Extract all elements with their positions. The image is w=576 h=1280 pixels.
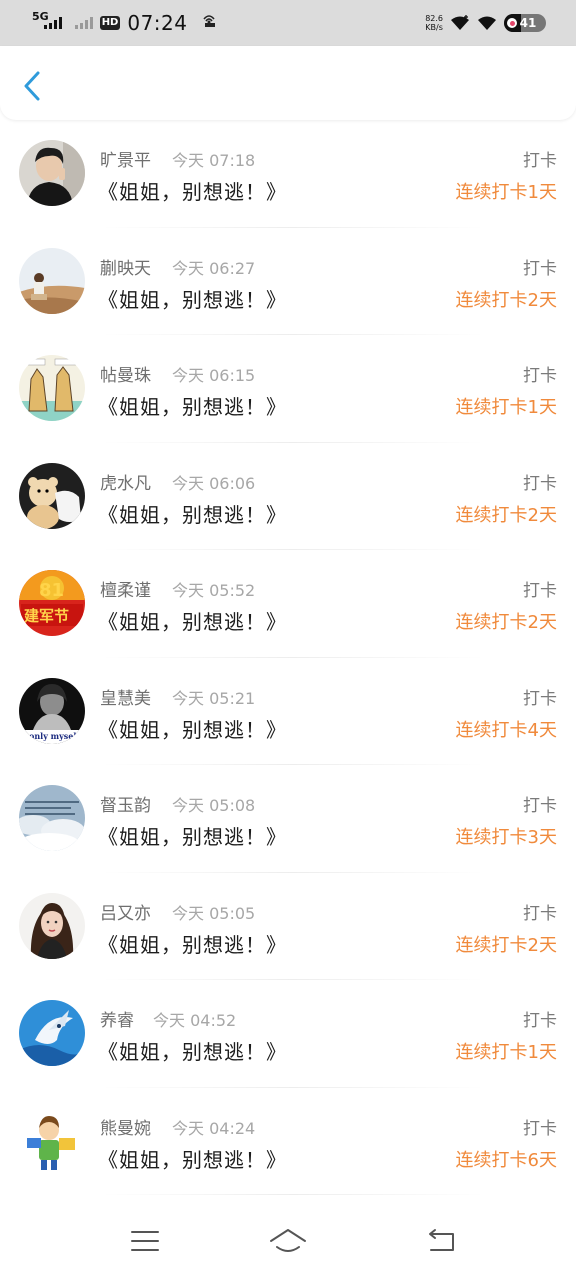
list-item[interactable]: only myself 皇慧美 今天 05:21 《姐姐，别想逃！》 打卡 连续… [0, 657, 576, 765]
streak-count: 连续打卡1天 [455, 182, 557, 203]
checkin-list: 旷景平 今天 07:18 《姐姐，别想逃！》 打卡 连续打卡1天 蒯映天 今天 … [0, 120, 576, 1195]
chevron-left-icon [24, 71, 40, 101]
post-title: 《姐姐，别想逃！》 [98, 1147, 287, 1172]
user-name: 督玉韵 [100, 796, 151, 816]
list-item[interactable]: 帖曼珠 今天 06:15 《姐姐，别想逃！》 打卡 连续打卡1天 [0, 335, 576, 443]
checkin-label: 打卡 [523, 796, 557, 816]
system-nav-bar [0, 1195, 576, 1280]
avatar-text: 建军节 [24, 607, 69, 625]
post-title: 《姐姐，别想逃！》 [98, 717, 287, 742]
avatar[interactable]: 81 建军节 [19, 570, 85, 636]
streak-count: 连续打卡6天 [455, 1149, 557, 1171]
checkin-label: 打卡 [523, 366, 557, 386]
streak-count: 连续打卡2天 [455, 612, 557, 633]
back-icon [429, 1229, 454, 1251]
menu-icon [131, 1231, 159, 1251]
post-title: 《姐姐，别想逃！》 [98, 1040, 287, 1064]
home-icon [270, 1229, 306, 1252]
streak-count: 连续打卡2天 [455, 289, 557, 311]
checkin-label: 打卡 [523, 903, 557, 924]
post-time: 今天 04:52 [153, 1011, 237, 1030]
net-speed-value: 82.6 [425, 14, 443, 23]
network-type: 5G [32, 10, 49, 23]
user-name: 蒯映天 [100, 258, 151, 279]
list-item[interactable]: 督玉韵 今天 05:08 《姐姐，别想逃！》 打卡 连续打卡3天 [0, 765, 576, 873]
user-name: 吕又亦 [100, 903, 151, 924]
notification-icon [199, 13, 219, 33]
post-time: 今天 04:24 [172, 1118, 256, 1138]
post-title: 《姐姐，别想逃！》 [98, 180, 287, 204]
post-time: 今天 07:18 [172, 151, 256, 170]
back-nav-button[interactable] [420, 1225, 460, 1257]
wifi-plus-icon [451, 15, 469, 30]
home-button[interactable] [268, 1225, 308, 1257]
user-name: 帖曼珠 [100, 366, 151, 386]
post-time: 今天 05:21 [172, 688, 256, 708]
battery-icon: 41 [504, 14, 546, 32]
post-title: 《姐姐，别想逃！》 [98, 825, 287, 849]
post-title: 《姐姐，别想逃！》 [98, 932, 287, 957]
post-title: 《姐姐，别想逃！》 [98, 502, 287, 527]
signal-2-icon [74, 17, 93, 29]
post-time: 今天 06:27 [172, 258, 256, 278]
hd-icon: HD [99, 16, 121, 30]
checkin-label: 打卡 [523, 151, 557, 171]
user-name: 皇慧美 [100, 688, 151, 709]
checkin-label: 打卡 [523, 258, 557, 279]
battery-level: 41 [519, 16, 537, 30]
net-speed-unit: KB/s [425, 23, 443, 32]
streak-count: 连续打卡2天 [455, 934, 557, 956]
avatar[interactable] [19, 1107, 85, 1174]
net-speed: 82.6 KB/s [425, 14, 443, 32]
post-title: 《姐姐，别想逃！》 [98, 287, 287, 312]
back-button[interactable] [12, 66, 52, 106]
list-item[interactable]: 养睿 今天 04:52 《姐姐，别想逃！》 打卡 连续打卡1天 [0, 980, 576, 1088]
streak-count: 连续打卡1天 [455, 397, 557, 418]
streak-count: 连续打卡4天 [455, 719, 557, 741]
avatar[interactable] [19, 1000, 85, 1066]
status-left: 5G HD 07:24 [32, 11, 219, 35]
post-time: 今天 05:08 [172, 796, 256, 815]
user-name: 熊曼婉 [100, 1118, 151, 1139]
header [0, 46, 576, 120]
list-item[interactable]: 旷景平 今天 07:18 《姐姐，别想逃！》 打卡 连续打卡1天 [0, 120, 576, 228]
user-name: 檀柔谨 [100, 581, 151, 601]
post-title: 《姐姐，别想逃！》 [98, 395, 287, 419]
user-name: 养睿 [100, 1011, 134, 1031]
clock: 07:24 [127, 11, 188, 35]
list-item[interactable]: 熊曼婉 今天 04:24 《姐姐，别想逃！》 打卡 连续打卡6天 [0, 1087, 576, 1195]
streak-count: 连续打卡2天 [455, 504, 557, 526]
user-name: 虎水凡 [100, 473, 151, 494]
svg-text:81: 81 [39, 580, 64, 601]
avatar[interactable]: only myself [19, 677, 85, 744]
post-time: 今天 06:15 [172, 366, 256, 385]
avatar[interactable] [19, 355, 85, 421]
status-bar: 5G HD 07:24 82.6 KB/s 41 [0, 0, 576, 46]
post-time: 今天 05:05 [172, 903, 256, 923]
checkin-label: 打卡 [523, 688, 557, 709]
wifi-icon [478, 16, 496, 30]
avatar[interactable] [19, 892, 85, 959]
post-title: 《姐姐，别想逃！》 [98, 610, 287, 634]
checkin-label: 打卡 [523, 581, 557, 601]
avatar[interactable] [19, 140, 85, 206]
list-item[interactable]: 蒯映天 今天 06:27 《姐姐，别想逃！》 打卡 连续打卡2天 [0, 227, 576, 335]
avatar[interactable] [19, 247, 85, 314]
avatar-text: only myself [29, 731, 80, 741]
avatar[interactable] [19, 462, 85, 529]
list-item[interactable]: 虎水凡 今天 06:06 《姐姐，别想逃！》 打卡 连续打卡2天 [0, 442, 576, 550]
user-name: 旷景平 [100, 151, 151, 171]
streak-count: 连续打卡1天 [455, 1042, 557, 1063]
checkin-label: 打卡 [523, 1011, 557, 1031]
checkin-label: 打卡 [523, 473, 557, 494]
menu-button[interactable] [125, 1225, 165, 1257]
checkin-label: 打卡 [523, 1118, 557, 1139]
list-item[interactable]: 吕又亦 今天 05:05 《姐姐，别想逃！》 打卡 连续打卡2天 [0, 872, 576, 980]
list-item[interactable]: 81 建军节 檀柔谨 今天 05:52 《姐姐，别想逃！》 打卡 连续打卡2天 [0, 550, 576, 658]
post-time: 今天 05:52 [172, 581, 256, 600]
status-right: 82.6 KB/s 41 [425, 14, 546, 32]
streak-count: 连续打卡3天 [455, 827, 557, 848]
post-time: 今天 06:06 [172, 473, 256, 493]
avatar[interactable] [19, 785, 85, 851]
